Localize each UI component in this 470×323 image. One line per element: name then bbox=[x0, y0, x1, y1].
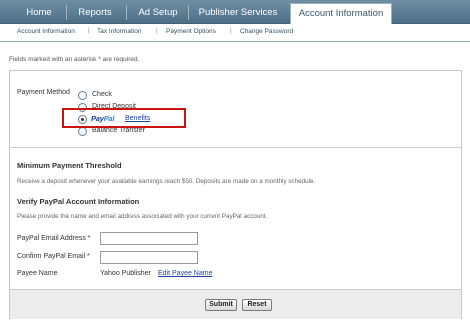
threshold-heading: Minimum Payment Threshold bbox=[17, 161, 122, 170]
subnav-change-password[interactable]: Change Password bbox=[240, 28, 293, 35]
nav-separator bbox=[66, 5, 67, 20]
subnav-separator: | bbox=[230, 27, 232, 34]
radio-balance-transfer[interactable] bbox=[78, 127, 87, 136]
subnav-separator: | bbox=[88, 27, 90, 34]
edit-payee-name-link[interactable]: Edit Payee Name bbox=[158, 270, 212, 277]
highlight-box bbox=[62, 108, 186, 128]
subnav-account-information[interactable]: Account Information bbox=[17, 28, 75, 35]
tab-home[interactable]: Home bbox=[18, 4, 60, 23]
subnav-payment-options[interactable]: Payment Options bbox=[166, 28, 216, 35]
verify-heading: Verify PayPal Account Information bbox=[17, 197, 140, 206]
tab-account-information[interactable]: Account Information bbox=[290, 3, 392, 25]
payee-name-label: Payee Name bbox=[17, 270, 58, 277]
payment-method-label: Payment Method bbox=[17, 89, 70, 96]
confirm-email-label: Confirm PayPal Email * bbox=[17, 253, 90, 260]
tab-reports[interactable]: Reports bbox=[70, 4, 120, 23]
subnav-separator: | bbox=[156, 27, 158, 34]
verify-description: Please provide the name and email addres… bbox=[17, 213, 268, 220]
radio-check-label: Check bbox=[92, 91, 112, 98]
required-fields-note: Fields marked with an asterisk * are req… bbox=[9, 56, 139, 63]
nav-separator bbox=[126, 5, 127, 20]
reset-button[interactable]: Reset bbox=[242, 299, 272, 311]
radio-check[interactable] bbox=[78, 91, 87, 100]
paypal-email-label: PayPal Email Address * bbox=[17, 235, 91, 242]
confirm-email-field[interactable] bbox=[100, 251, 198, 264]
radio-balance-transfer-label: Balance Transfer bbox=[92, 127, 145, 134]
required-note-text: are required. bbox=[102, 56, 140, 63]
section-divider bbox=[10, 147, 461, 148]
required-asterisk: * bbox=[98, 56, 101, 63]
payee-name-value: Yahoo Publisher bbox=[100, 270, 151, 277]
nav-separator bbox=[188, 5, 189, 20]
tab-publisher-services[interactable]: Publisher Services bbox=[196, 4, 280, 23]
required-note-text: Fields marked with an asterisk bbox=[9, 56, 97, 63]
tab-ad-setup[interactable]: Ad Setup bbox=[132, 4, 184, 23]
form-footer: Submit Reset bbox=[10, 289, 461, 319]
sub-nav: Account Information | Tax Information | … bbox=[0, 24, 470, 42]
paypal-email-field[interactable] bbox=[100, 232, 198, 245]
submit-button[interactable]: Submit bbox=[205, 299, 237, 311]
threshold-description: Receive a deposit whenever your availabl… bbox=[17, 178, 316, 185]
subnav-tax-information[interactable]: Tax Information bbox=[97, 28, 141, 35]
top-nav: Home Reports Ad Setup Publisher Services… bbox=[0, 0, 470, 25]
